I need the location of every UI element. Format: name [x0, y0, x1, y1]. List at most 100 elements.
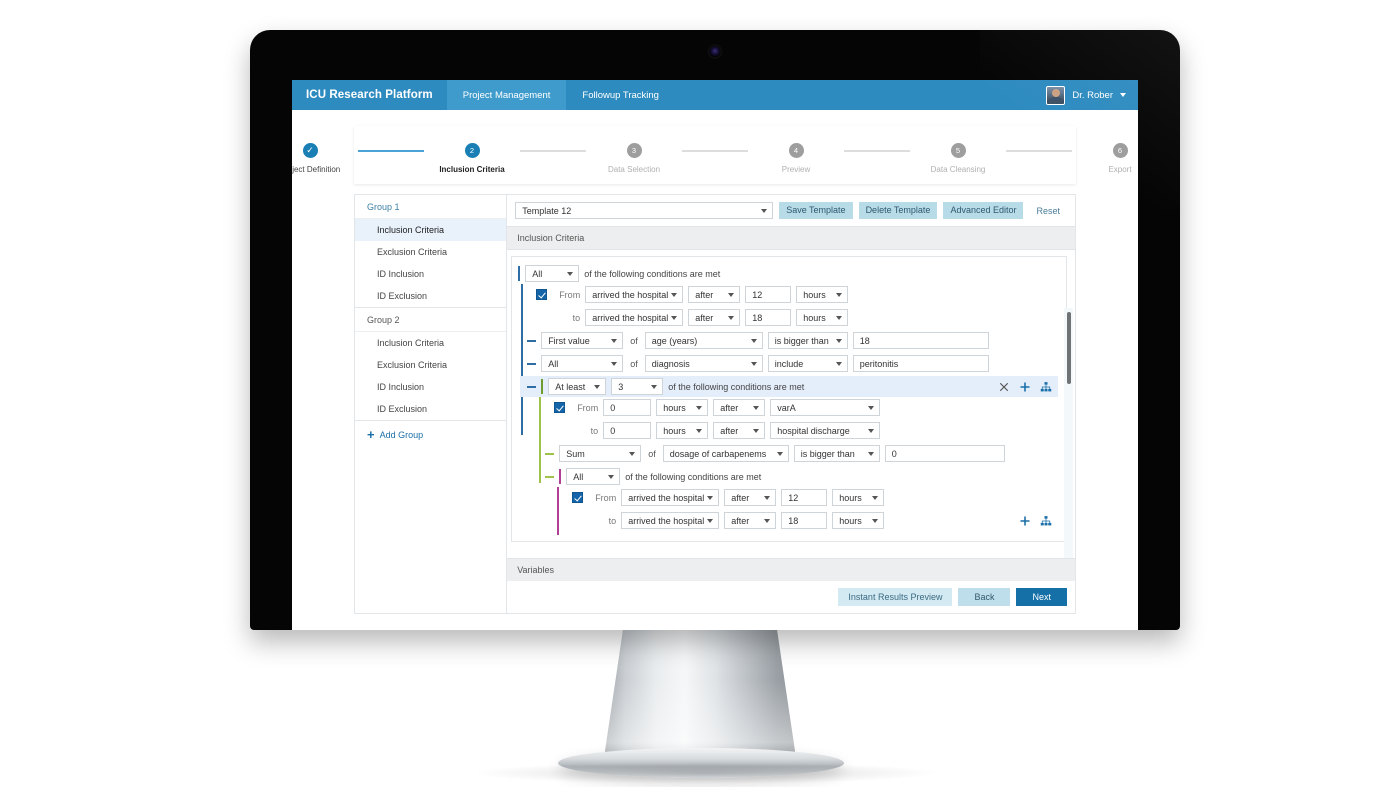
- builder-scrollbar-thumb[interactable]: [1067, 312, 1071, 384]
- instant-results-preview-button[interactable]: Instant Results Preview: [838, 588, 953, 606]
- add-icon[interactable]: [1019, 515, 1031, 527]
- chevron-down-icon: [611, 339, 618, 343]
- sidebar-item-g2-id-inclusion[interactable]: ID Inclusion: [355, 376, 506, 398]
- add-icon[interactable]: [1019, 381, 1031, 393]
- from-value-input[interactable]: 12: [781, 489, 828, 506]
- row-enabled-checkbox[interactable]: [554, 402, 566, 413]
- template-select[interactable]: Template 12: [515, 202, 774, 219]
- to-relation-value: after: [731, 515, 750, 526]
- back-button[interactable]: Back: [958, 588, 1011, 606]
- sidebar-group-2-title[interactable]: Group 2: [355, 308, 507, 332]
- field-select[interactable]: age (years): [644, 332, 763, 349]
- to-event-select[interactable]: arrived the hospital: [621, 512, 720, 529]
- from-relation-select[interactable]: after: [713, 399, 766, 416]
- from-event-select[interactable]: arrived the hospital: [621, 489, 720, 506]
- to-event-select[interactable]: hospital discharge: [770, 422, 881, 439]
- from-event-select[interactable]: arrived the hospital: [585, 286, 684, 303]
- sidebar-item-g2-exclusion-criteria[interactable]: Exclusion Criteria: [355, 354, 506, 376]
- nav-tab-followup-tracking[interactable]: Followup Tracking: [566, 80, 675, 110]
- agg-select[interactable]: Sum: [559, 445, 642, 462]
- step-data-selection[interactable]: 3 Data Selection: [586, 142, 682, 174]
- comparison-value-input[interactable]: 18: [852, 332, 989, 349]
- from-value-text: 12: [788, 492, 799, 503]
- to-relation-select[interactable]: after: [713, 422, 766, 439]
- from-unit-select[interactable]: hours: [796, 286, 849, 303]
- advanced-editor-button[interactable]: Advanced Editor: [943, 202, 1024, 219]
- template-toolbar: Template 12 Save Template Delete Templat…: [507, 195, 1075, 226]
- operator-value: is bigger than: [774, 335, 829, 346]
- agg-value: First value: [548, 335, 590, 346]
- from-event-select[interactable]: varA: [770, 399, 881, 416]
- sidebar-item-g1-exclusion-criteria[interactable]: Exclusion Criteria: [355, 241, 506, 263]
- comparison-value-input[interactable]: peritonitis: [852, 355, 989, 372]
- group-hierarchy-icon[interactable]: [1040, 515, 1052, 527]
- to-unit-select[interactable]: hours: [656, 422, 709, 439]
- to-relation-select[interactable]: after: [688, 309, 741, 326]
- save-template-button[interactable]: Save Template: [779, 202, 853, 219]
- step-inclusion-criteria[interactable]: 2 Inclusion Criteria: [424, 142, 520, 174]
- from-value-input[interactable]: 12: [745, 286, 792, 303]
- to-value-input[interactable]: 0: [603, 422, 652, 439]
- comparison-value-input[interactable]: 0: [884, 445, 1005, 462]
- root-group-row: All of the following conditions are met: [518, 263, 1058, 284]
- to-value-input[interactable]: 18: [781, 512, 828, 529]
- nested-quantifier-select[interactable]: At least: [548, 378, 607, 395]
- agg-select[interactable]: All: [541, 355, 624, 372]
- delete-template-button[interactable]: Delete Template: [858, 202, 938, 219]
- step-preview[interactable]: 4 Preview: [748, 142, 844, 174]
- nested2-quantifier-select[interactable]: All: [566, 468, 621, 485]
- sidebar-item-g1-id-inclusion[interactable]: ID Inclusion: [355, 263, 506, 285]
- step-export[interactable]: 6 Export: [1072, 142, 1138, 174]
- user-menu[interactable]: Dr. Rober: [1036, 80, 1138, 110]
- add-group-button[interactable]: + Add Group: [355, 421, 506, 449]
- from-relation-value: after: [720, 402, 739, 413]
- tree-rail-level3: [557, 487, 560, 535]
- nested-count-select[interactable]: 3: [611, 378, 664, 395]
- criteria-sidebar: Group 1 Inclusion Criteria Exclusion Cri…: [354, 194, 507, 614]
- agg-select[interactable]: First value: [541, 332, 624, 349]
- sidebar-item-g1-id-exclusion[interactable]: ID Exclusion: [355, 285, 506, 307]
- row-enabled-checkbox[interactable]: [572, 492, 584, 503]
- nav-tab-project-management[interactable]: Project Management: [446, 80, 567, 110]
- from-label: From: [559, 289, 581, 300]
- from-relation-select[interactable]: after: [724, 489, 777, 506]
- close-icon[interactable]: [998, 381, 1010, 393]
- operator-select[interactable]: is bigger than: [793, 445, 880, 462]
- from-value-input[interactable]: 0: [603, 399, 652, 416]
- from-unit-select[interactable]: hours: [832, 489, 885, 506]
- to-relation-value: after: [720, 425, 739, 436]
- stepper-steps: ✓ Project Definition 2 Inclusion Criteri…: [292, 137, 1138, 174]
- chevron-down-icon: [761, 209, 768, 213]
- group-hierarchy-icon[interactable]: [1040, 381, 1052, 393]
- criteria-builder-scroll: All of the following conditions are met: [507, 250, 1075, 558]
- to-relation-select[interactable]: after: [724, 512, 777, 529]
- to-event-select[interactable]: arrived the hospital: [585, 309, 684, 326]
- sidebar-group-1-title[interactable]: Group 1: [355, 195, 507, 219]
- row-enabled-checkbox[interactable]: [536, 289, 548, 300]
- root-quantifier-select[interactable]: All: [525, 265, 580, 282]
- to-unit-select[interactable]: hours: [796, 309, 849, 326]
- operator-select[interactable]: include: [767, 355, 848, 372]
- field-select[interactable]: diagnosis: [644, 355, 763, 372]
- to-unit-select[interactable]: hours: [832, 512, 885, 529]
- tree-branch: [545, 452, 555, 455]
- sidebar-item-g2-inclusion-criteria[interactable]: Inclusion Criteria: [355, 332, 506, 354]
- from-value-text: 0: [610, 402, 616, 413]
- reset-button[interactable]: Reset: [1029, 203, 1067, 219]
- to-value-input[interactable]: 18: [745, 309, 792, 326]
- field-select[interactable]: dosage of carbapenems: [662, 445, 789, 462]
- monitor-stand-neck: [604, 628, 796, 758]
- from-unit-select[interactable]: hours: [656, 399, 709, 416]
- sidebar-item-g2-id-exclusion[interactable]: ID Exclusion: [355, 398, 506, 420]
- sidebar-item-g1-inclusion-criteria[interactable]: Inclusion Criteria: [355, 219, 507, 241]
- next-button[interactable]: Next: [1016, 588, 1067, 606]
- step-project-definition[interactable]: ✓ Project Definition: [292, 142, 358, 174]
- chevron-down-icon: [611, 362, 618, 366]
- step-data-cleansing[interactable]: 5 Data Cleansing: [910, 142, 1006, 174]
- operator-select[interactable]: is bigger than: [767, 332, 848, 349]
- tree-branch: [545, 475, 555, 478]
- chevron-down-icon: [728, 293, 735, 297]
- chevron-down-icon: [594, 385, 601, 389]
- from-relation-select[interactable]: after: [688, 286, 741, 303]
- step-label: Preview: [781, 164, 811, 174]
